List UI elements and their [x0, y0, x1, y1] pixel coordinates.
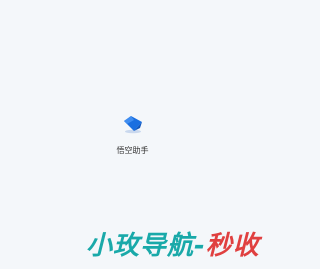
splash-screen: 悟空助手 小玫导航-秒收: [0, 0, 265, 269]
watermark-tail: 秒收: [205, 231, 260, 261]
app-name: 悟空助手: [116, 146, 149, 155]
watermark-main: 小玫导航-: [86, 231, 206, 261]
app-logo-icon: [124, 116, 142, 134]
watermark-text: 小玫导航-秒收: [86, 228, 260, 264]
